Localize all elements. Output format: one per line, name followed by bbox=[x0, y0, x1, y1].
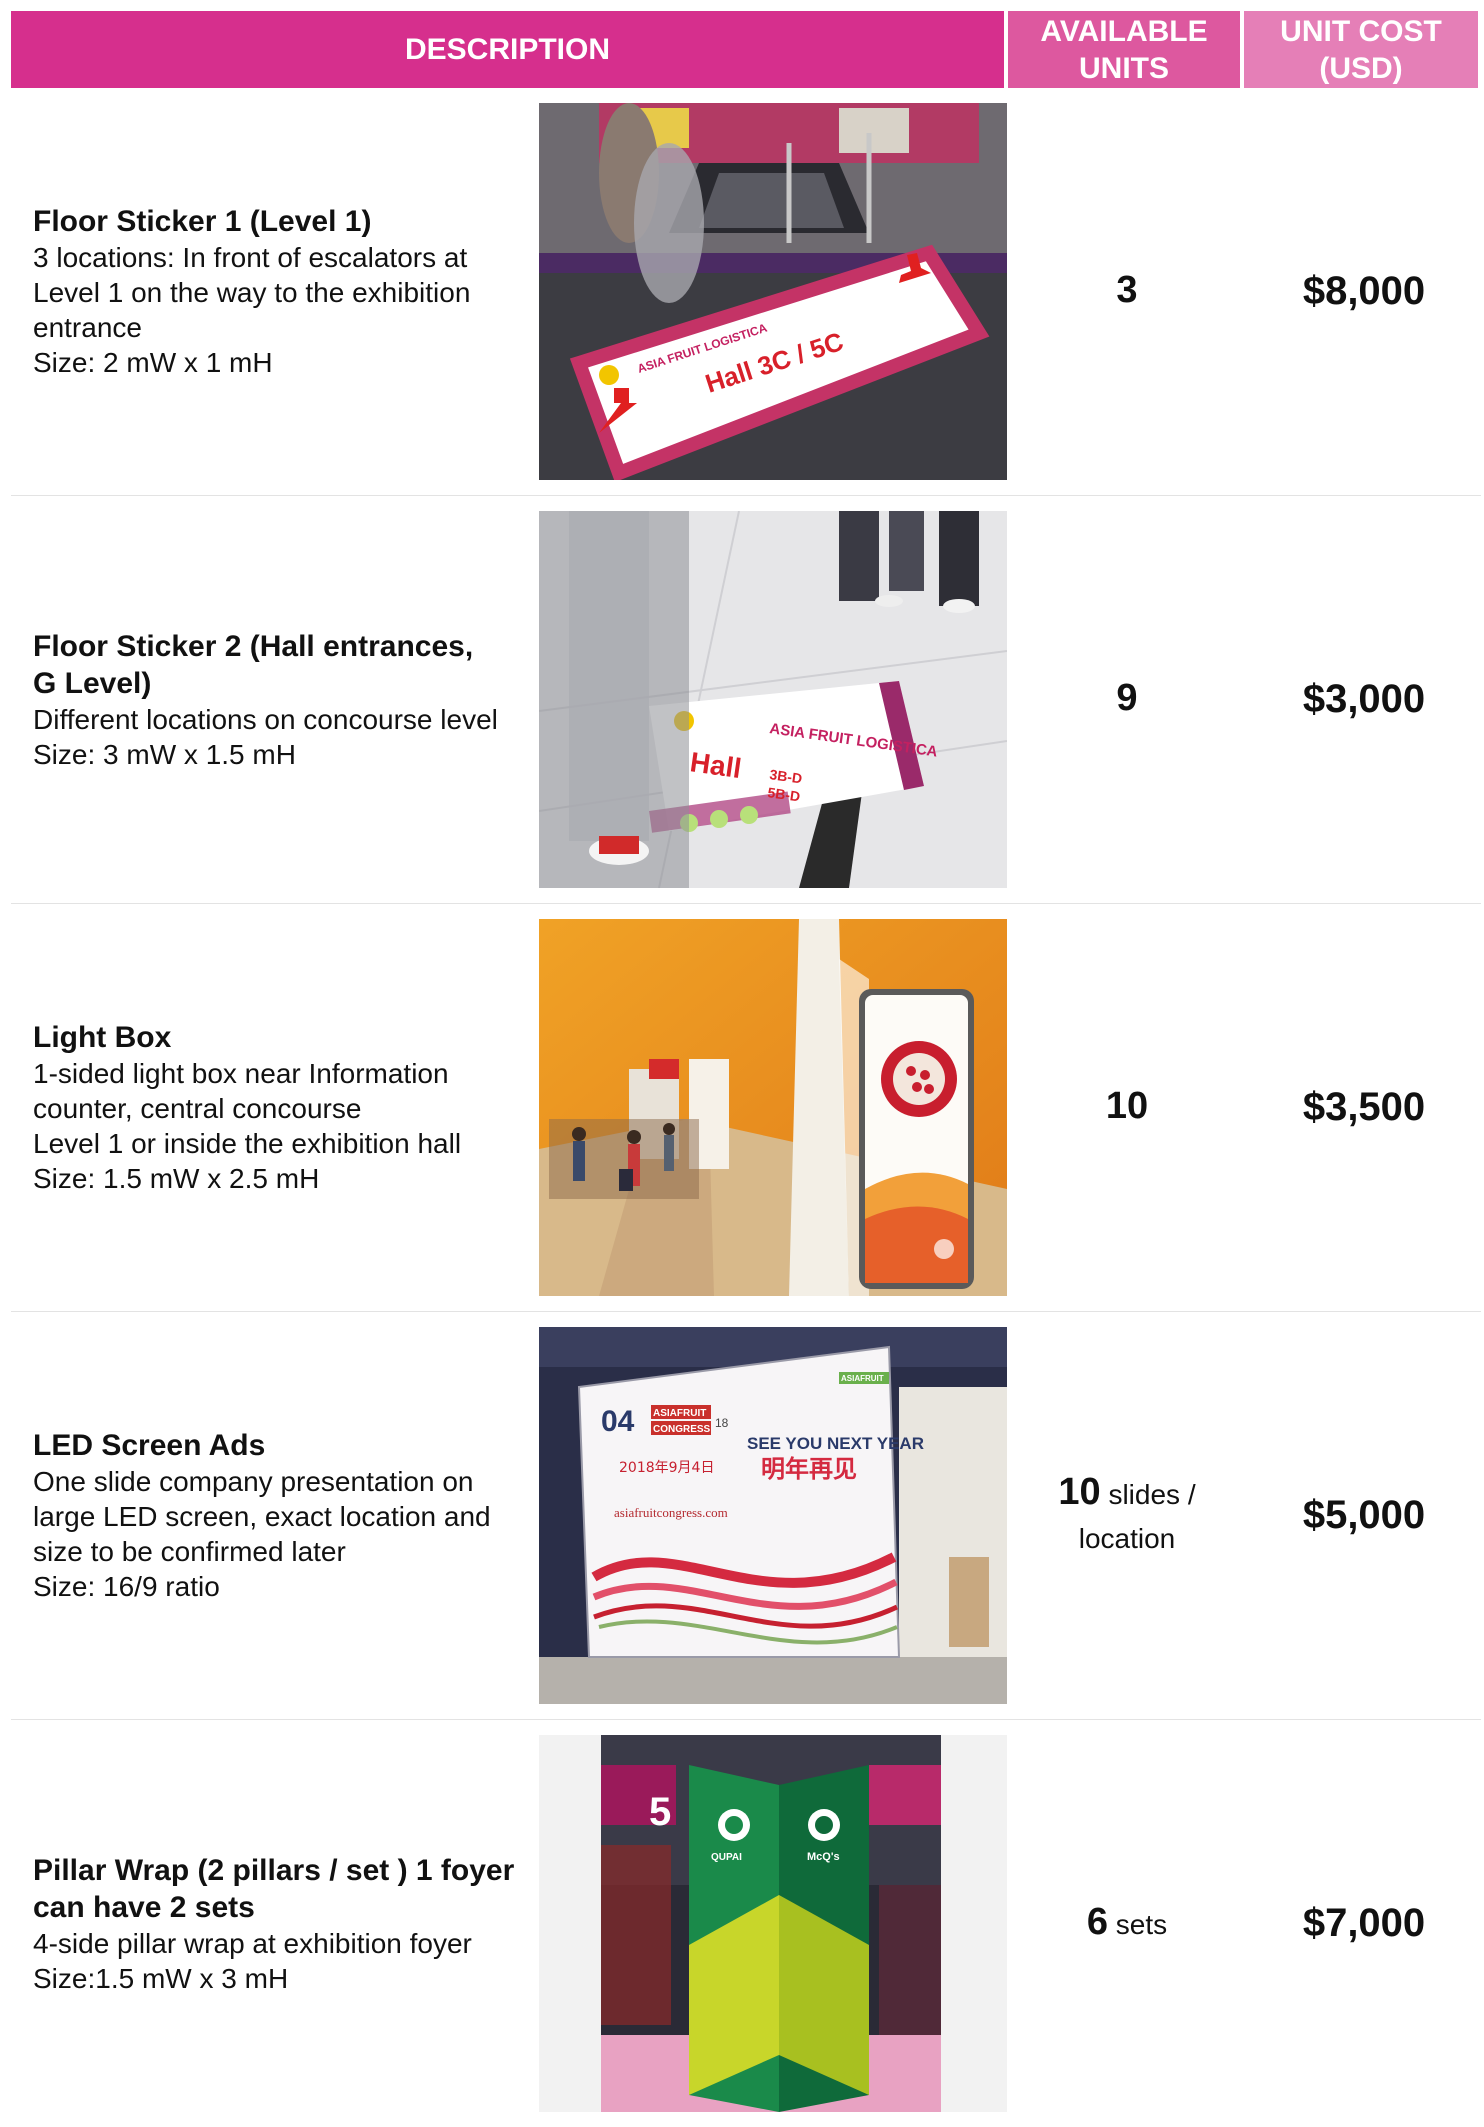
item-title-continued: can have 2 sets bbox=[33, 1890, 255, 1924]
item-detail: counter, central concourse bbox=[33, 1093, 362, 1124]
table-row: Pillar Wrap (2 pillars / set ) 1 foyer c… bbox=[11, 1720, 1481, 2127]
unit-cost: $5,000 bbox=[1302, 1493, 1426, 1537]
pillar-brand-right: McQ's bbox=[807, 1851, 840, 1863]
table-row: Floor Sticker 2 (Hall entrances, G Level… bbox=[11, 496, 1481, 904]
header-available-units: AVAILABLE UNITS bbox=[1008, 11, 1240, 88]
item-detail: Size: 3 mW x 1.5 mH bbox=[33, 738, 296, 770]
floor-sticker-escalator-photo: ASIA FRUIT LOGISTICA Hall 3C / 5C bbox=[539, 103, 1007, 480]
hall-number: 5 bbox=[649, 1790, 671, 1834]
led-congress: CONGRESS bbox=[653, 1424, 711, 1435]
item-detail: Size: 1.5 mW x 2.5 mH bbox=[33, 1163, 320, 1194]
unit-cost: $3,000 bbox=[1302, 677, 1426, 721]
floor-sticker-concourse-photo: ASIA FRUIT LOGISTICA Hall 3B-D 5B-D bbox=[539, 511, 1007, 888]
header-units-line1: AVAILABLE bbox=[1040, 14, 1208, 48]
unit-cost: $7,000 bbox=[1302, 1901, 1426, 1945]
table-row: LED Screen Ads One slide company present… bbox=[11, 1312, 1481, 1720]
units-number: 6 bbox=[1086, 1901, 1108, 1943]
item-detail: 4-side pillar wrap at exhibition foyer bbox=[33, 1927, 472, 1959]
item-detail: 3 locations: In front of escalators at bbox=[33, 242, 468, 273]
item-detail: Level 1 or inside the exhibition hall bbox=[33, 1128, 462, 1159]
item-title: LED Screen Ads bbox=[33, 1429, 266, 1462]
item-detail: One slide company presentation on bbox=[33, 1466, 474, 1497]
header-description: DESCRIPTION bbox=[11, 11, 1004, 88]
table-header: DESCRIPTION AVAILABLE UNITS UNIT COST (USD… bbox=[11, 11, 1481, 88]
row-description: Pillar Wrap (2 pillars / set ) 1 foyer c… bbox=[33, 1720, 533, 2127]
available-units: 9 bbox=[1011, 496, 1243, 903]
unit-cost: $8,000 bbox=[1302, 269, 1426, 313]
item-detail: Level 1 on the way to the exhibition bbox=[33, 277, 471, 308]
header-cost-line2: (USD) bbox=[1319, 51, 1403, 85]
units-number: 9 bbox=[1116, 677, 1138, 719]
table-row: Floor Sticker 1 (Level 1) 3 locations: I… bbox=[11, 88, 1481, 496]
item-detail: 1-sided light box near Information bbox=[33, 1058, 449, 1089]
available-units: 3 bbox=[1011, 88, 1243, 495]
item-title-continued: G Level) bbox=[33, 666, 152, 700]
units-number: 10 bbox=[1105, 1085, 1149, 1127]
row-description: Floor Sticker 1 (Level 1) 3 locations: I… bbox=[33, 88, 533, 495]
led-year: 18 bbox=[715, 1416, 729, 1430]
row-description: Light Box 1-sided light box near Informa… bbox=[33, 904, 533, 1311]
led-url: asiafruitcongress.com bbox=[614, 1505, 728, 1520]
available-units: 6 sets bbox=[1011, 1720, 1243, 2127]
pillar-wrap-photo: 5 QUPAI McQ's bbox=[539, 1735, 1007, 2112]
units-suffix: slides / bbox=[1100, 1479, 1196, 1510]
units-suffix-line2: location bbox=[1078, 1523, 1176, 1554]
item-detail: entrance bbox=[33, 312, 142, 343]
rate-card: DESCRIPTION AVAILABLE UNITS UNIT COST (USD… bbox=[11, 11, 1481, 2127]
item-title: Light Box bbox=[33, 1021, 172, 1054]
item-detail: large LED screen, exact location and bbox=[33, 1501, 491, 1532]
led-headline-cn: 明年再见 bbox=[761, 1455, 857, 1483]
item-detail: size to be confirmed later bbox=[33, 1536, 346, 1567]
item-detail: Different locations on concourse level bbox=[33, 703, 498, 735]
available-units: 10 bbox=[1011, 904, 1243, 1311]
led-corner-brand: ASIAFRUIT bbox=[841, 1374, 884, 1383]
pillar-brand-left: QUPAI bbox=[711, 1852, 742, 1863]
header-unit-cost: UNIT COST (USD) bbox=[1244, 11, 1478, 88]
available-units: 10 slides / location bbox=[1011, 1312, 1243, 1719]
row-description: LED Screen Ads One slide company present… bbox=[33, 1312, 533, 1719]
item-detail: Size: 16/9 ratio bbox=[33, 1571, 220, 1602]
item-detail: Size:1.5 mW x 3 mH bbox=[33, 1962, 289, 1994]
led-date-cn: 2018年9月4日 bbox=[619, 1460, 714, 1476]
led-screen-photo: 04 ASIAFRUIT CONGRESS 18 SEE YOU NEXT YE… bbox=[539, 1327, 1007, 1704]
item-title: Floor Sticker 2 (Hall entrances, bbox=[33, 629, 474, 663]
item-title: Floor Sticker 1 (Level 1) bbox=[33, 205, 372, 238]
light-box-photo bbox=[539, 919, 1007, 1296]
units-number: 3 bbox=[1116, 269, 1138, 311]
units-number: 10 bbox=[1058, 1471, 1101, 1513]
header-cost-line1: UNIT COST bbox=[1280, 14, 1442, 48]
led-headline: SEE YOU NEXT YEAR bbox=[747, 1434, 924, 1453]
item-title: Pillar Wrap (2 pillars / set ) 1 foyer bbox=[33, 1853, 515, 1887]
led-brand: ASIAFRUIT bbox=[653, 1408, 706, 1419]
table-row: Light Box 1-sided light box near Informa… bbox=[11, 904, 1481, 1312]
header-units-line2: UNITS bbox=[1079, 51, 1169, 85]
units-suffix: sets bbox=[1108, 1909, 1168, 1940]
unit-cost: $3,500 bbox=[1302, 1085, 1426, 1129]
led-date-number: 04 bbox=[601, 1405, 635, 1438]
row-description: Floor Sticker 2 (Hall entrances, G Level… bbox=[33, 496, 533, 903]
item-detail: Size: 2 mW x 1 mH bbox=[33, 347, 273, 378]
